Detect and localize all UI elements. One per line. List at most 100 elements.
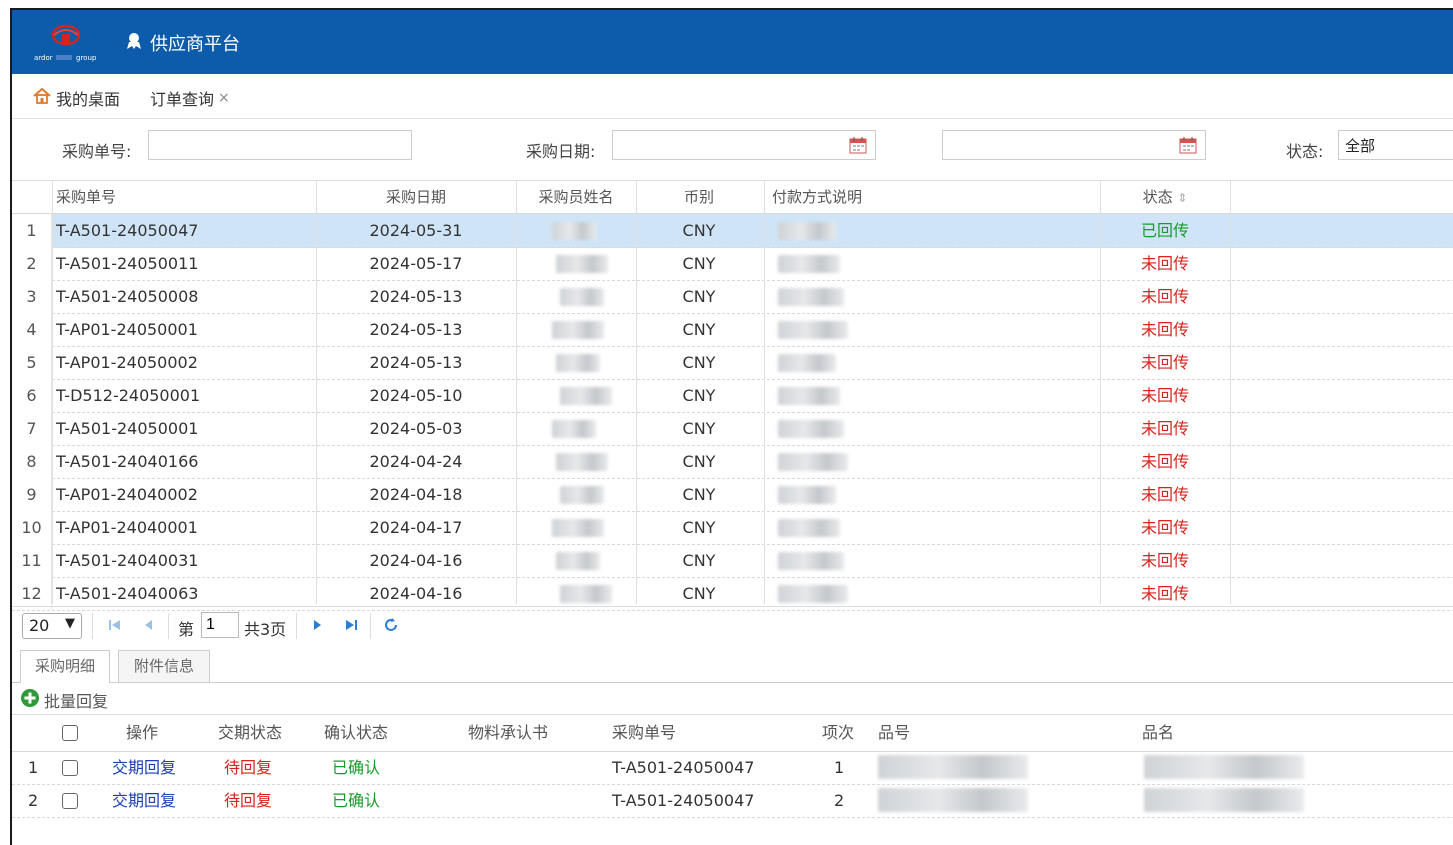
company-logo: ardor group xyxy=(32,20,98,64)
col-po-number[interactable]: 采购单号 xyxy=(52,181,316,213)
po-number-cell: T-A501-24050047 xyxy=(612,791,755,810)
redacted-buyer-name xyxy=(556,255,608,273)
table-row[interactable]: 11 T-A501-24040031 2024-04-16 CNY 未回传 xyxy=(12,544,1453,578)
item-number-cell: 2 xyxy=(834,791,845,810)
svg-text:group: group xyxy=(76,54,97,62)
po-number-cell: T-A501-24040031 xyxy=(56,551,199,570)
row-checkbox[interactable] xyxy=(62,793,78,809)
table-row[interactable]: 9 T-AP01-24040002 2024-04-18 CNY 未回传 xyxy=(12,478,1453,512)
detail-grid: 操作 交期状态 确认状态 物料承认书 采购单号 项次 品号 品名 1 交期回复 待回… xyxy=(12,714,1453,825)
tab-bar: 我的桌面 订单查询 × xyxy=(12,74,1453,119)
grid-divider xyxy=(52,180,53,604)
table-row[interactable]: 8 T-A501-24040166 2024-04-24 CNY 未回传 xyxy=(12,445,1453,479)
detail-tabs: 采购明细 附件信息 xyxy=(12,646,1453,683)
date-from-input[interactable] xyxy=(612,130,876,160)
currency-cell: CNY xyxy=(682,221,716,240)
calendar-icon[interactable] xyxy=(1179,136,1197,154)
row-number: 8 xyxy=(12,445,52,478)
detail-header: 操作 交期状态 确认状态 物料承认书 采购单号 项次 品号 品名 xyxy=(12,715,1453,752)
row-checkbox[interactable] xyxy=(62,760,78,776)
redacted-payment-terms xyxy=(778,354,836,372)
row-number: 4 xyxy=(12,313,52,346)
currency-cell: CNY xyxy=(682,419,716,438)
currency-cell: CNY xyxy=(682,551,716,570)
table-row[interactable]: 10 T-AP01-24040001 2024-04-17 CNY 未回传 xyxy=(12,511,1453,545)
detail-row[interactable]: 1 交期回复 待回复 已确认 T-A501-24050047 1 xyxy=(12,751,1453,785)
purchase-date-cell: 2024-05-13 xyxy=(369,287,463,306)
date-to-input[interactable] xyxy=(942,130,1206,160)
app-frame: ardor group 供应商平台 我的桌面 订单查询 × 采购单号: 采购日期… xyxy=(10,8,1453,845)
currency-cell: CNY xyxy=(682,485,716,504)
delivery-status-cell: 待回复 xyxy=(224,791,273,810)
purchase-date-cell: 2024-05-10 xyxy=(369,386,463,405)
total-pages: 共3页 xyxy=(244,620,287,639)
po-number-cell: T-A501-24050047 xyxy=(612,758,755,777)
close-icon[interactable]: × xyxy=(218,90,230,106)
delivery-reply-link[interactable]: 交期回复 xyxy=(112,784,176,817)
calendar-icon[interactable] xyxy=(849,136,867,154)
pager-divider xyxy=(168,613,169,639)
po-number-input[interactable] xyxy=(148,130,412,160)
tab-home[interactable]: 我的桌面 xyxy=(32,86,120,110)
prev-page-icon[interactable] xyxy=(140,616,158,634)
status-cell: 未回传 xyxy=(1140,452,1189,471)
col-material-approval: 物料承认书 xyxy=(468,723,549,742)
first-page-icon[interactable] xyxy=(106,616,124,634)
status-cell: 未回传 xyxy=(1140,518,1189,537)
purchase-date-cell: 2024-04-16 xyxy=(369,551,463,570)
item-number-cell: 1 xyxy=(834,758,845,777)
batch-reply-button[interactable]: 批量回复 xyxy=(20,688,108,712)
row-number: 2 xyxy=(28,791,39,810)
row-number: 7 xyxy=(12,412,52,445)
table-row[interactable]: 4 T-AP01-24050001 2024-05-13 CNY 未回传 xyxy=(12,313,1453,347)
table-row[interactable]: 6 T-D512-24050001 2024-05-10 CNY 未回传 xyxy=(12,379,1453,413)
status-cell: 未回传 xyxy=(1140,287,1189,306)
currency-cell: CNY xyxy=(682,353,716,372)
col-buyer-name[interactable]: 采购员姓名 xyxy=(516,181,636,213)
pager-divider xyxy=(370,613,371,639)
detail-row[interactable]: 2 交期回复 待回复 已确认 T-A501-24050047 2 xyxy=(12,784,1453,818)
table-row[interactable]: 3 T-A501-24050008 2024-05-13 CNY 未回传 xyxy=(12,280,1453,314)
last-page-icon[interactable] xyxy=(342,616,360,634)
purchase-date-cell: 2024-05-13 xyxy=(369,353,463,372)
tab-attachment-info[interactable]: 附件信息 xyxy=(118,650,210,682)
col-po-number: 采购单号 xyxy=(612,723,677,742)
app-title: 供应商平台 xyxy=(124,30,240,56)
col-payment-terms[interactable]: 付款方式说明 xyxy=(764,181,1100,213)
redacted-payment-terms xyxy=(778,288,844,306)
col-currency[interactable]: 币别 xyxy=(636,181,762,213)
col-delivery-status: 交期状态 xyxy=(218,723,283,742)
po-number-cell: T-A501-24050011 xyxy=(56,254,199,273)
col-action: 操作 xyxy=(126,723,159,742)
page-number-input[interactable] xyxy=(201,612,239,638)
next-page-icon[interactable] xyxy=(308,616,326,634)
redacted-buyer-name xyxy=(556,354,600,372)
delivery-reply-link[interactable]: 交期回复 xyxy=(112,751,176,784)
purchase-date-cell: 2024-05-13 xyxy=(369,320,463,339)
table-row[interactable]: 1 T-A501-24050047 2024-05-31 CNY 已回传 xyxy=(12,214,1453,248)
row-number: 1 xyxy=(12,214,52,247)
redacted-payment-terms xyxy=(778,420,844,438)
redacted-buyer-name xyxy=(560,288,604,306)
refresh-icon[interactable] xyxy=(382,616,400,634)
col-status[interactable]: 状态 ⇕ xyxy=(1100,181,1230,213)
status-select[interactable]: 全部 xyxy=(1338,130,1453,160)
table-row[interactable]: 7 T-A501-24050001 2024-05-03 CNY 未回传 xyxy=(12,412,1453,446)
table-row[interactable]: 2 T-A501-24050011 2024-05-17 CNY 未回传 xyxy=(12,247,1453,281)
tab-purchase-detail[interactable]: 采购明细 xyxy=(20,650,110,683)
col-purchase-date[interactable]: 采购日期 xyxy=(316,181,516,213)
table-row[interactable]: 5 T-AP01-24050002 2024-05-13 CNY 未回传 xyxy=(12,346,1453,380)
order-grid: 采购单号 采购日期 采购员姓名 币别 付款方式说明 状态 ⇕ 1 T-A501-2… xyxy=(12,180,1453,611)
redacted-payment-terms xyxy=(778,321,848,339)
status-cell: 未回传 xyxy=(1140,320,1189,339)
page-size-select[interactable]: 20 ▼ xyxy=(22,613,82,639)
sort-icon[interactable]: ⇕ xyxy=(1177,191,1187,205)
redacted-part-name xyxy=(1144,755,1304,779)
redacted-buyer-name xyxy=(560,585,612,603)
status-cell: 未回传 xyxy=(1140,551,1189,570)
col-status-label: 状态 xyxy=(1142,188,1173,206)
purchase-date-cell: 2024-05-31 xyxy=(369,221,463,240)
select-all-checkbox[interactable] xyxy=(62,725,78,741)
supplier-icon xyxy=(124,31,144,56)
tab-order-query[interactable]: 订单查询 × xyxy=(150,86,230,110)
